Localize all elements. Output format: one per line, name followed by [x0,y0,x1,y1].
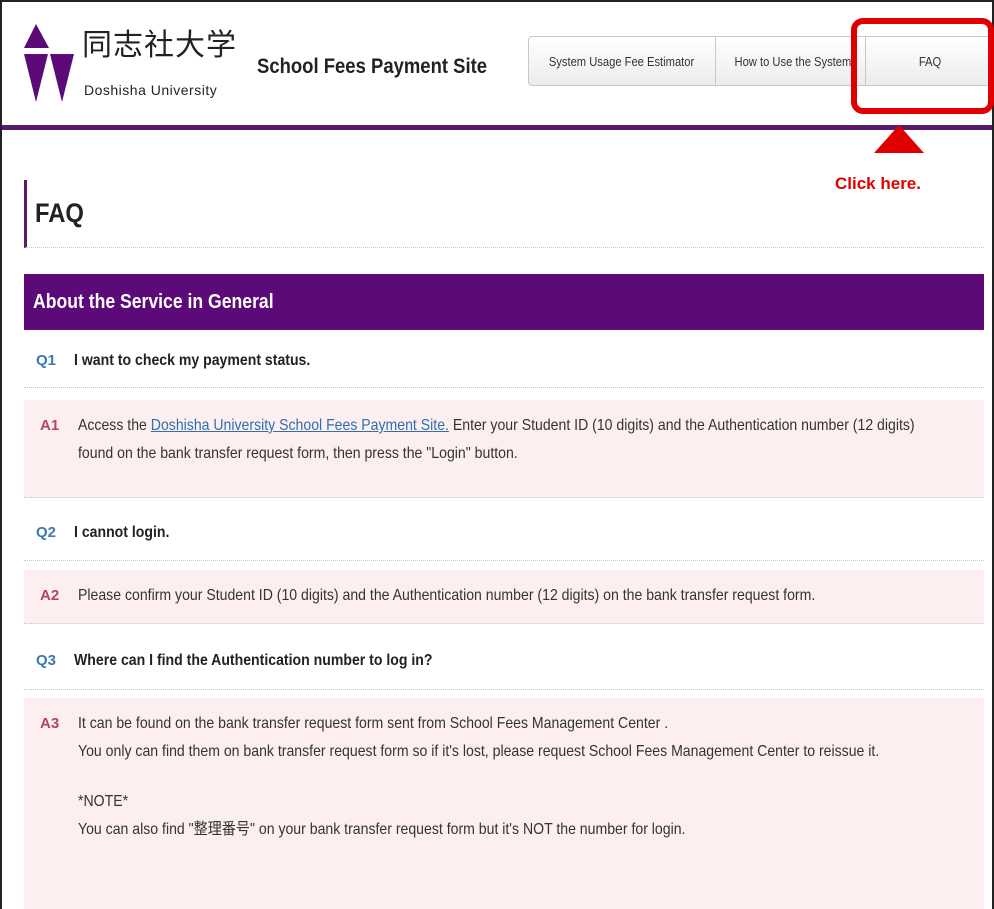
question-row[interactable]: Q2 I cannot login. [24,505,984,561]
question-label: Q2 [36,524,57,541]
logo-japanese-name: 同志社大学 [82,28,237,63]
note-text: You can also find "整理番号" on your bank tr… [78,821,686,838]
header-divider [2,125,992,130]
question-text: Where can I find the Authentication numb… [74,651,433,669]
answer-text: Please confirm your Student ID (10 digit… [78,587,816,604]
answer-prefix: Access the [78,417,151,434]
answer-label: A1 [40,417,60,434]
question-text: I want to check my payment status. [74,351,311,369]
payment-site-link[interactable]: Doshisha University School Fees Payment … [151,417,449,434]
logo-english-name: Doshisha University [84,82,218,98]
section-heading-text: About the Service in General [33,290,274,313]
question-label: Q1 [36,352,57,369]
answer-text: It can be found on the bank transfer req… [78,710,949,844]
answer-block: A3 It can be found on the bank transfer … [24,698,984,909]
answer-line: You only can find them on bank transfer … [78,743,880,760]
question-label: Q3 [36,652,57,669]
nav-how-to-use-label: How to Use the System [734,53,852,69]
faq-highlight-box [851,18,994,114]
nav-fee-estimator[interactable]: System Usage Fee Estimator [529,37,716,85]
nav-how-to-use[interactable]: How to Use the System [716,37,866,85]
question-text: I cannot login. [74,523,170,541]
site-header: 同志社大学 Doshisha University School Fees Pa… [2,2,994,126]
page-title-text: FAQ [35,198,84,228]
answer-text: Access the Doshisha University School Fe… [78,412,949,468]
answer-line: It can be found on the bank transfer req… [78,715,669,732]
page-title: FAQ [24,180,984,248]
question-row[interactable]: Q1 I want to check my payment status. [24,334,984,388]
section-heading: About the Service in General [24,274,984,330]
answer-block: A2 Please confirm your Student ID (10 di… [24,570,984,624]
doshisha-logo-icon[interactable] [24,24,74,102]
nav-fee-estimator-label: System Usage Fee Estimator [549,53,695,69]
arrow-up-icon [874,125,924,153]
answer-block: A1 Access the Doshisha University School… [24,400,984,498]
site-title: School Fees Payment Site [257,55,488,78]
answer-label: A2 [40,587,60,604]
question-row[interactable]: Q3 Where can I find the Authentication n… [24,632,984,690]
answer-label: A3 [40,715,60,732]
note-title: *NOTE* [78,793,129,810]
